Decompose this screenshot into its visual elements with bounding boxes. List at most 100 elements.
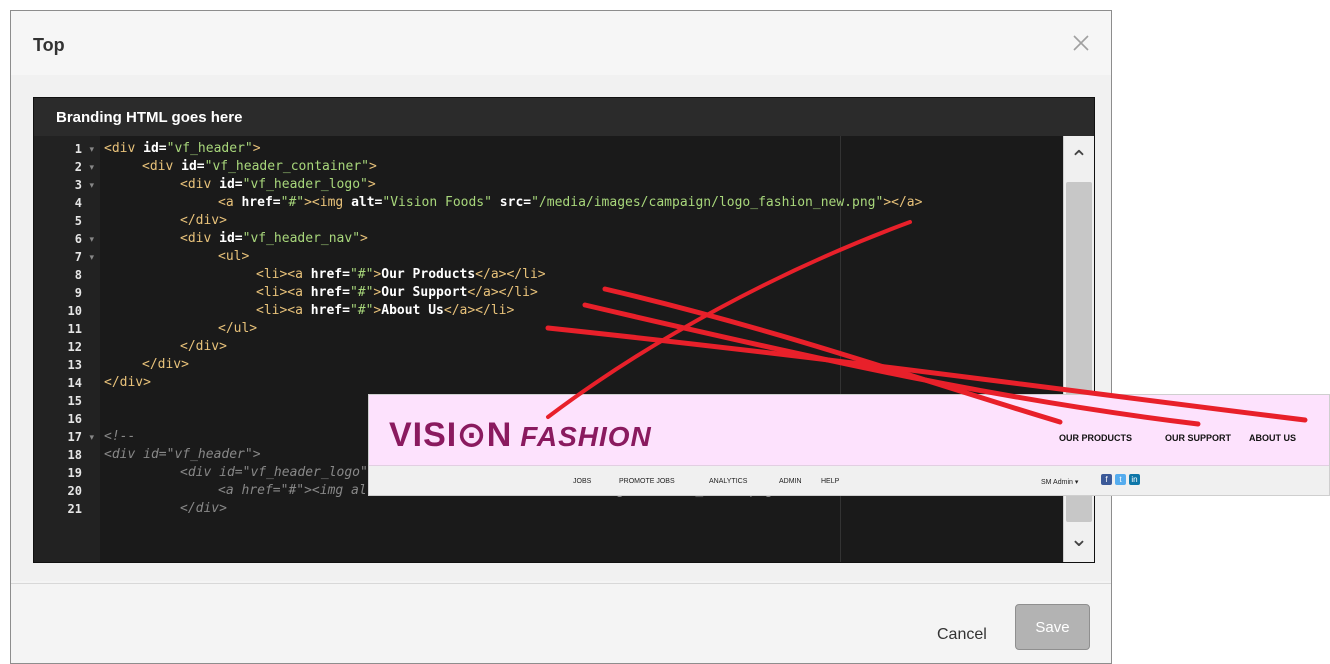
line-number: 17 bbox=[67, 430, 82, 444]
code-token: <li><a bbox=[256, 303, 311, 318]
code-line[interactable]: <div id="vf_header_logo"> bbox=[180, 464, 376, 482]
code-line[interactable]: </div> bbox=[104, 374, 151, 392]
code-area[interactable]: <div id="vf_header"> <div id="vf_header_c… bbox=[100, 136, 1064, 562]
code-token: </div> bbox=[180, 213, 227, 228]
code-token: </a></li> bbox=[475, 267, 546, 282]
code-line[interactable]: <div id="vf_header_container"> bbox=[142, 158, 377, 176]
preview-top-bar: VISI⊙N FASHION OUR PRODUCTS OUR SUPPORT A… bbox=[369, 395, 1329, 465]
code-token: <!-- bbox=[104, 429, 136, 444]
code-token: href= bbox=[310, 285, 350, 300]
code-token: href= bbox=[241, 195, 281, 210]
code-line[interactable]: <div id="vf_header_logo"> bbox=[180, 176, 376, 194]
code-token: "vf_header_logo" bbox=[242, 177, 368, 192]
line-number: 8 bbox=[74, 268, 82, 282]
code-token: "vf_header_container" bbox=[204, 159, 369, 174]
fold-toggle-icon[interactable]: ▾ bbox=[89, 158, 94, 176]
code-token: About Us bbox=[381, 303, 444, 318]
fold-toggle-icon[interactable]: ▾ bbox=[89, 248, 94, 266]
preview-nav-our-products[interactable]: OUR PRODUCTS bbox=[1059, 433, 1132, 443]
preview-nav-our-support[interactable]: OUR SUPPORT bbox=[1165, 433, 1231, 443]
line-number: 9 bbox=[74, 286, 82, 300]
code-token: > bbox=[367, 177, 376, 192]
modal-dialog: Top Branding HTML goes here 1 ▾ 2 ▾ 3 ▾ 4 5 6 ▾ 7 ▾… bbox=[10, 10, 1112, 664]
logo-fashion: FASHION bbox=[520, 421, 652, 452]
line-number: 1 bbox=[74, 142, 82, 156]
line-number: 5 bbox=[74, 214, 82, 228]
code-token: "vf_header" bbox=[166, 141, 253, 156]
code-token: id= bbox=[181, 159, 205, 174]
brand-logo: VISI⊙N FASHION bbox=[389, 415, 652, 455]
code-line[interactable]: <li><a href="#">Our Products</a></li> bbox=[256, 266, 546, 284]
line-number: 3 bbox=[74, 178, 82, 192]
code-token: <li><a bbox=[256, 267, 311, 282]
code-token: </a></li> bbox=[467, 285, 538, 300]
preview-nav-help[interactable]: HELP bbox=[821, 478, 839, 485]
cancel-button[interactable]: Cancel bbox=[937, 626, 987, 644]
code-line[interactable]: </ul> bbox=[218, 320, 257, 338]
preview-nav-jobs[interactable]: JOBS bbox=[573, 478, 591, 485]
code-line[interactable]: </div> bbox=[180, 338, 227, 356]
line-number: 6 bbox=[74, 232, 82, 246]
code-token: Our Products bbox=[381, 267, 476, 282]
fold-toggle-icon[interactable]: ▾ bbox=[89, 140, 94, 158]
code-token: <ul> bbox=[218, 249, 250, 264]
code-token: src= bbox=[499, 195, 532, 210]
code-line[interactable]: <div id="vf_header_nav"> bbox=[180, 230, 368, 248]
code-token: ><img bbox=[304, 195, 352, 210]
code-line[interactable]: </div> bbox=[142, 356, 189, 374]
editor-scrollbar[interactable]: ⌃ ⌄ bbox=[1063, 136, 1094, 562]
modal-title: Top bbox=[33, 35, 65, 55]
code-token: </div> bbox=[142, 357, 189, 372]
preview-nav-about-us[interactable]: ABOUT US bbox=[1249, 433, 1296, 443]
line-number: 18 bbox=[67, 448, 82, 462]
close-icon[interactable] bbox=[1069, 31, 1093, 55]
save-button[interactable]: Save bbox=[1015, 604, 1090, 650]
preview-user-menu[interactable]: SM Admin ▾ bbox=[1041, 478, 1078, 486]
scroll-down-icon[interactable]: ⌄ bbox=[1064, 524, 1094, 554]
fold-toggle-icon[interactable]: ▾ bbox=[89, 176, 94, 194]
code-token: > bbox=[252, 141, 261, 156]
facebook-icon[interactable]: f bbox=[1101, 474, 1112, 485]
code-token: "#" bbox=[280, 195, 305, 210]
code-token: <div bbox=[142, 159, 182, 174]
code-line[interactable]: <li><a href="#">About Us</a></li> bbox=[256, 302, 514, 320]
code-token: alt= bbox=[351, 195, 383, 210]
code-line[interactable]: </div> bbox=[180, 500, 227, 518]
code-token: <a bbox=[218, 195, 242, 210]
code-token: ></a> bbox=[883, 195, 923, 210]
modal-body: Branding HTML goes here 1 ▾ 2 ▾ 3 ▾ 4 5 6 ▾ 7 ▾ 8 9 10… bbox=[11, 75, 1111, 581]
line-number: 19 bbox=[67, 466, 82, 480]
code-line[interactable]: <div id="vf_header"> bbox=[104, 446, 261, 464]
code-line[interactable]: </div> bbox=[180, 212, 227, 230]
linkedin-icon[interactable]: in bbox=[1129, 474, 1140, 485]
code-token: "#" bbox=[349, 285, 374, 300]
line-number: 21 bbox=[67, 502, 82, 516]
editor-title: Branding HTML goes here bbox=[56, 109, 243, 126]
preview-nav-analytics[interactable]: ANALYTICS bbox=[709, 478, 747, 485]
code-token: > bbox=[360, 231, 368, 246]
fold-toggle-icon[interactable]: ▾ bbox=[89, 230, 94, 248]
line-number: 16 bbox=[67, 412, 82, 426]
code-token: Our Support bbox=[381, 285, 468, 300]
modal-header: Top bbox=[11, 11, 1111, 76]
code-token: <li><a bbox=[256, 285, 311, 300]
twitter-icon[interactable]: t bbox=[1115, 474, 1126, 485]
code-token: </ul> bbox=[218, 321, 258, 336]
modal-footer: Cancel Save bbox=[11, 583, 1111, 663]
scroll-up-icon[interactable]: ⌃ bbox=[1064, 144, 1094, 174]
line-number-gutter: 1 ▾ 2 ▾ 3 ▾ 4 5 6 ▾ 7 ▾ 8 9 10 11 12 13 14 15 16 17 ▾ 18 19 20 21 bbox=[34, 136, 100, 562]
code-line[interactable]: <!-- bbox=[104, 428, 135, 446]
preview-nav-admin[interactable]: ADMIN bbox=[779, 478, 802, 485]
code-token: </a></li> bbox=[443, 303, 515, 318]
code-line[interactable]: <div id="vf_header"> bbox=[104, 140, 261, 158]
code-line[interactable]: <ul> bbox=[218, 248, 249, 266]
code-token: href= bbox=[310, 303, 350, 318]
code-line[interactable]: <a href="#"><img alt="Vision Foods" src=… bbox=[218, 194, 922, 212]
code-line[interactable]: <li><a href="#">Our Support</a></li> bbox=[256, 284, 538, 302]
preview-nav-promote-jobs[interactable]: PROMOTE JOBS bbox=[619, 478, 675, 485]
header-preview: VISI⊙N FASHION OUR PRODUCTS OUR SUPPORT A… bbox=[368, 394, 1330, 496]
line-number: 7 bbox=[74, 250, 82, 264]
fold-toggle-icon[interactable]: ▾ bbox=[89, 428, 94, 446]
code-token: <div id="vf_header_logo"> bbox=[180, 465, 376, 480]
code-token: id= bbox=[219, 177, 243, 192]
